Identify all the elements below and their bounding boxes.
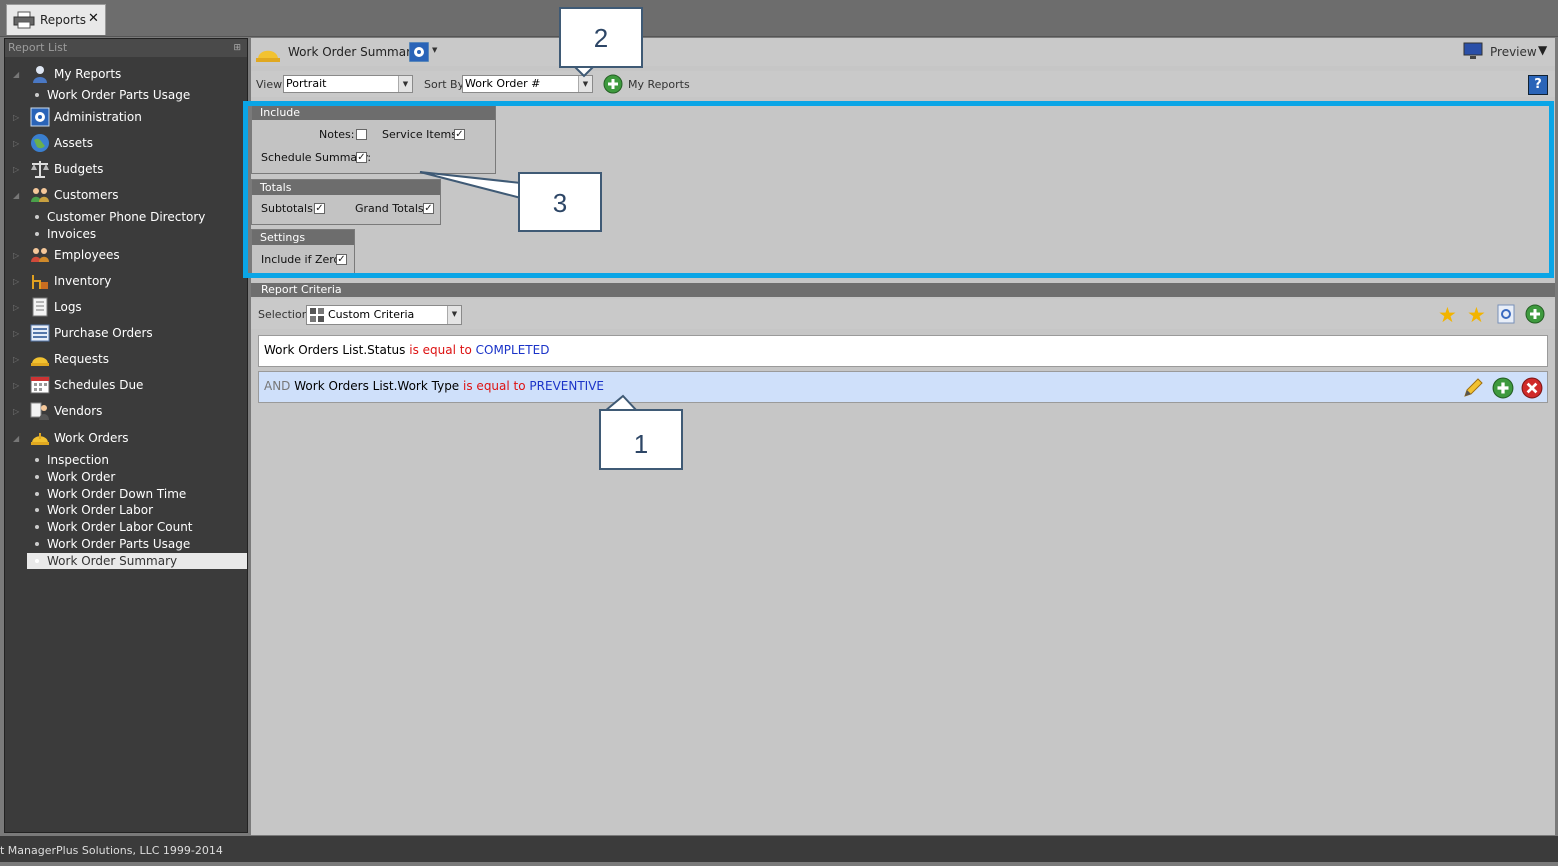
copyright-text: t ManagerPlus Solutions, LLC 1999-2014 xyxy=(0,844,223,857)
callout-3: 3 xyxy=(518,172,602,232)
callout-2: 2 xyxy=(559,7,643,68)
callout-pointers xyxy=(419,65,638,412)
status-bar: t ManagerPlus Solutions, LLC 1999-2014 xyxy=(0,836,1558,862)
callout-1: 1 xyxy=(599,409,683,470)
